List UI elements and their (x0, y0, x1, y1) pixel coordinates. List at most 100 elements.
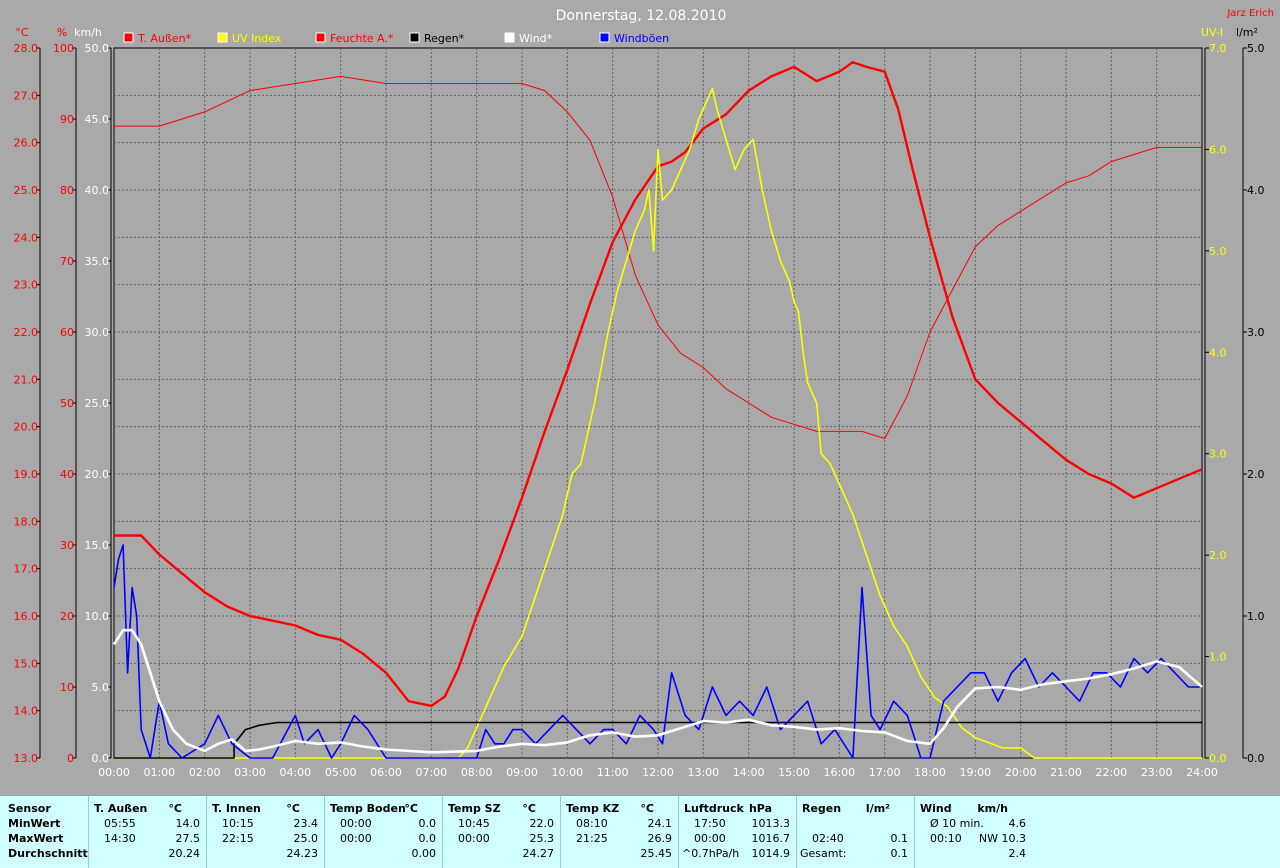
x-tick-label: 08:00 (461, 766, 493, 779)
y-tick-label-humidity: 70 (60, 255, 74, 268)
stats-column-separator (560, 796, 561, 868)
stats-max-value: NW 10.3 (978, 832, 1026, 845)
stats-avg-label: ^0.7hPa/h (682, 847, 740, 860)
y-tick-label-temp: 23.0 (14, 279, 39, 292)
legend-label: Wind* (519, 32, 553, 45)
x-tick-label: 18:00 (914, 766, 946, 779)
y-tick-label-temp: 14.0 (14, 705, 39, 718)
x-tick-label: 23:00 (1141, 766, 1173, 779)
row-label-min: MinWert (8, 817, 61, 830)
y-tick-label-temp: 20.0 (14, 421, 39, 434)
y-tick-label-uv: 1.0 (1209, 651, 1227, 664)
y-tick-label-uv: 2.0 (1209, 549, 1227, 562)
stats-avg-value: 0.00 (411, 847, 437, 860)
y-tick-label-temp: 13.0 (14, 752, 39, 765)
stats-title: T. Außen (94, 802, 148, 815)
y-tick-label-humidity: 30 (60, 539, 74, 552)
x-tick-label: 05:00 (325, 766, 357, 779)
stats-unit: l/m² (865, 802, 890, 815)
x-tick-label: 17:00 (869, 766, 901, 779)
row-label-max: MaxWert (8, 832, 64, 845)
stats-min-time: 08:10 (576, 817, 608, 830)
stats-title: T. Innen (212, 802, 261, 815)
y-tick-label-rain: 0.0 (1247, 752, 1265, 765)
y-tick-label-humidity: 100 (53, 42, 74, 55)
stats-min-time: Ø 10 min. (930, 817, 984, 830)
x-tick-label: 13:00 (687, 766, 719, 779)
y-tick-label-uv: 6.0 (1209, 143, 1227, 156)
stats-max-time: 00:10 (930, 832, 962, 845)
legend-swatch (217, 32, 228, 43)
y-tick-label-temp: 21.0 (14, 373, 39, 386)
y-tick-label-humidity: 40 (60, 468, 74, 481)
stats-max-value: 27.5 (175, 832, 201, 845)
y-tick-label-humidity: 10 (60, 681, 74, 694)
y-tick-label-temp: 26.0 (14, 137, 39, 150)
y-tick-label-rain: 4.0 (1247, 184, 1265, 197)
stats-avg-value: 24.27 (522, 847, 555, 860)
stats-column-separator (88, 796, 89, 868)
x-tick-label: 07:00 (415, 766, 447, 779)
y-tick-label-rain: 5.0 (1247, 42, 1265, 55)
x-tick-label: 14:00 (733, 766, 765, 779)
stats-avg-value: 0.1 (890, 847, 909, 860)
y-axis-title-rain: l/m² (1236, 26, 1258, 39)
stats-column-separator (914, 796, 915, 868)
y-tick-label-wind: 50.0 (85, 42, 110, 55)
chart-title: Donnerstag, 12.08.2010 (556, 8, 727, 24)
stats-max-time: 00:00 (458, 832, 490, 845)
stats-avg-value: 20.24 (168, 847, 201, 860)
stats-max-time: 00:00 (694, 832, 726, 845)
stats-min-time: 17:50 (694, 817, 726, 830)
x-tick-label: 09:00 (506, 766, 538, 779)
row-label-sensor: Sensor (8, 802, 51, 815)
y-tick-label-wind: 20.0 (85, 468, 110, 481)
stats-max-value: 0.1 (890, 832, 909, 845)
y-tick-label-humidity: 80 (60, 184, 74, 197)
stats-min-value: 1013.3 (751, 817, 791, 830)
y-tick-label-humidity: 60 (60, 326, 74, 339)
y-tick-label-wind: 45.0 (85, 113, 110, 126)
stats-column-separator (678, 796, 679, 868)
legend-label: Windböen (614, 32, 669, 45)
x-tick-label: 22:00 (1095, 766, 1127, 779)
legend-swatch (123, 32, 134, 43)
stats-unit: hPa (748, 802, 772, 815)
y-axis-title-humidity: % (57, 26, 67, 39)
x-tick-label: 24:00 (1186, 766, 1218, 779)
y-tick-label-humidity: 0 (67, 752, 74, 765)
stats-unit: km/h (977, 802, 1008, 815)
author-label: Jarz Erich (1226, 8, 1274, 19)
y-tick-label-temp: 27.0 (14, 89, 39, 102)
stats-unit: °C (168, 802, 182, 815)
stats-column-separator (324, 796, 325, 868)
x-tick-label: 10:00 (551, 766, 583, 779)
x-tick-label: 15:00 (778, 766, 810, 779)
legend-swatch (409, 32, 420, 43)
stats-min-value: 14.0 (175, 817, 201, 830)
stats-title: Temp SZ (448, 802, 501, 815)
stats-max-time: 02:40 (812, 832, 844, 845)
legend-label: Regen* (424, 32, 465, 45)
y-axis-title-uv: UV-I (1201, 26, 1223, 39)
stats-column-separator (796, 796, 797, 868)
stats-avg-value: 24.23 (286, 847, 319, 860)
y-tick-label-uv: 7.0 (1209, 42, 1227, 55)
y-tick-label-wind: 0.0 (92, 752, 110, 765)
x-tick-label: 06:00 (370, 766, 402, 779)
stats-title: Temp KZ (566, 802, 620, 815)
stats-max-value: 25.3 (529, 832, 555, 845)
y-tick-label-temp: 18.0 (14, 515, 39, 528)
stats-min-value: 4.6 (1008, 817, 1027, 830)
x-tick-label: 12:00 (642, 766, 674, 779)
stats-min-time: 05:55 (104, 817, 136, 830)
y-tick-label-wind: 40.0 (85, 184, 110, 197)
y-tick-label-temp: 19.0 (14, 468, 39, 481)
y-tick-label-temp: 16.0 (14, 610, 39, 623)
y-tick-label-temp: 28.0 (14, 42, 39, 55)
y-tick-label-rain: 1.0 (1247, 610, 1265, 623)
x-tick-label: 19:00 (959, 766, 991, 779)
y-tick-label-uv: 5.0 (1209, 245, 1227, 258)
stats-avg-value: 2.4 (1008, 847, 1027, 860)
y-tick-label-wind: 30.0 (85, 326, 110, 339)
